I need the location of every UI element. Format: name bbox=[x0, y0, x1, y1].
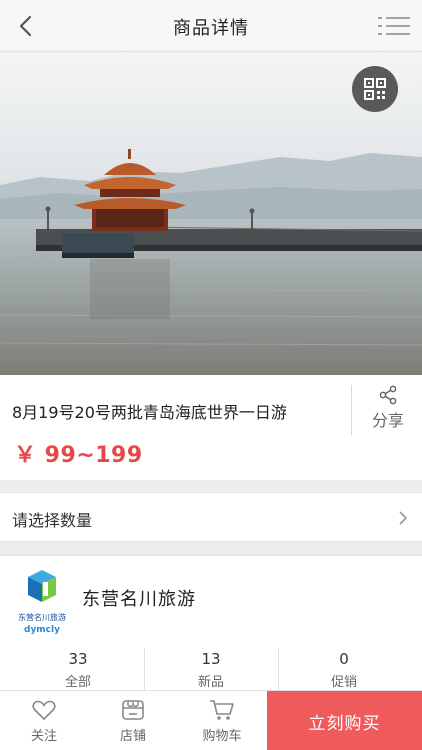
store-label: 店铺 bbox=[119, 729, 146, 744]
heart-icon bbox=[32, 700, 56, 720]
shop-logo-icon bbox=[28, 570, 56, 602]
product-info: 8月19号20号两批青岛海底世界一日游 ￥ 99~199 分享 bbox=[0, 375, 422, 480]
share-icon bbox=[379, 385, 397, 405]
select-quantity-row[interactable]: 请选择数量 bbox=[0, 492, 422, 542]
shop-stats: 33 全部 13 新品 0 促销 bbox=[0, 648, 422, 696]
header-bar: 商品详情 bbox=[0, 0, 422, 52]
store-button[interactable]: 店铺 bbox=[89, 691, 177, 750]
store-icon bbox=[122, 700, 144, 720]
qr-code-icon bbox=[364, 78, 386, 100]
chevron-right-icon bbox=[399, 511, 408, 525]
stat-promo[interactable]: 0 促销 bbox=[274, 648, 414, 696]
stat-all-label: 全部 bbox=[64, 675, 91, 690]
bottom-action-bar: 关注 店铺 购物车 立刻购买 bbox=[0, 690, 422, 750]
stat-new[interactable]: 13 新品 bbox=[141, 648, 281, 696]
product-detail-page: 商品详情 8月19号20号两批青岛海底世界一日游 ￥ 99~199 分享 请选择… bbox=[0, 0, 422, 750]
page-title: 商品详情 bbox=[173, 18, 249, 39]
buy-now-button[interactable]: 立刻购买 bbox=[267, 691, 422, 750]
cart-label: 购物车 bbox=[202, 729, 242, 744]
share-divider bbox=[351, 385, 352, 435]
shop-logo-text-en: dymcly bbox=[24, 625, 60, 635]
stat-all-count: 33 bbox=[68, 650, 88, 668]
stat-promo-label: 促销 bbox=[330, 675, 357, 690]
shop-logo-text-cn: 东营名川旅游 bbox=[18, 613, 66, 622]
follow-button[interactable]: 关注 bbox=[0, 691, 88, 750]
qr-code-button[interactable] bbox=[352, 66, 398, 112]
shop-card: 东营名川旅游 dymcly 东营名川旅游 33 全部 13 新品 0 促销 bbox=[0, 555, 422, 696]
menu-icon bbox=[378, 17, 410, 35]
stat-new-count: 13 bbox=[201, 650, 221, 668]
shop-logo[interactable]: 东营名川旅游 dymcly bbox=[14, 568, 70, 635]
share-label: 分享 bbox=[371, 411, 404, 430]
cart-button[interactable]: 购物车 bbox=[178, 691, 266, 750]
cart-icon bbox=[210, 700, 234, 720]
product-price: ￥ 99~199 bbox=[14, 443, 143, 468]
shop-name[interactable]: 东营名川旅游 bbox=[82, 585, 196, 611]
stat-new-label: 新品 bbox=[197, 675, 224, 690]
stat-all[interactable]: 33 全部 bbox=[8, 648, 148, 696]
share-button[interactable]: 分享 bbox=[356, 383, 420, 439]
menu-button[interactable] bbox=[374, 8, 414, 44]
product-title: 8月19号20号两批青岛海底世界一日游 bbox=[12, 403, 287, 422]
follow-label: 关注 bbox=[30, 729, 57, 744]
select-quantity-label: 请选择数量 bbox=[12, 511, 93, 530]
stat-promo-count: 0 bbox=[339, 650, 349, 668]
